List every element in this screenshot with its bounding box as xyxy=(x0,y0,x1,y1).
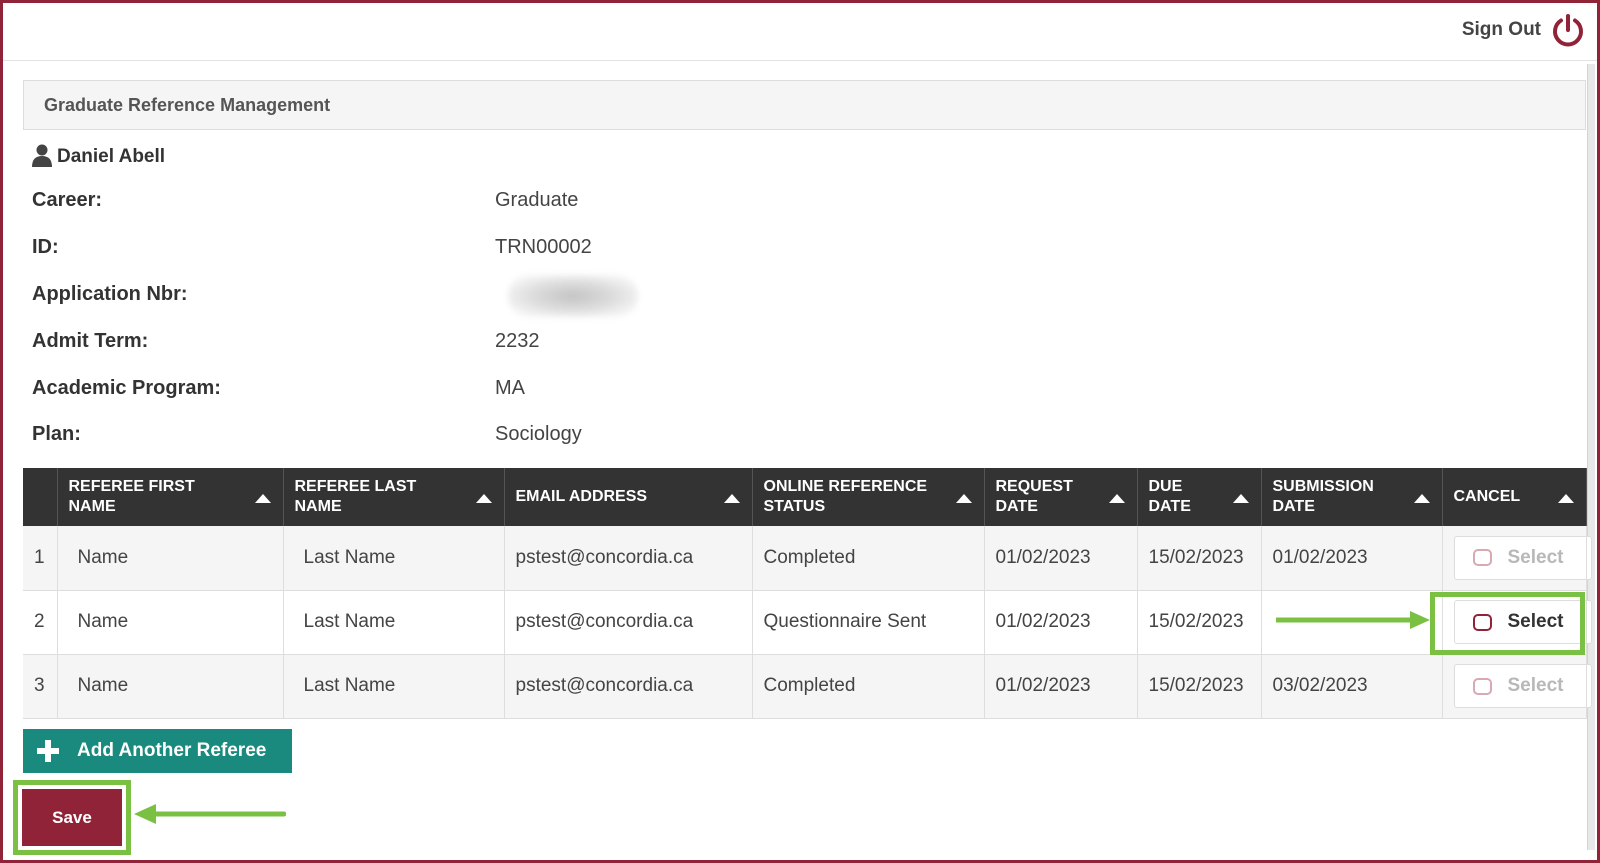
last-name-cell: Last Name xyxy=(283,590,505,655)
cancel-select-button: Select xyxy=(1453,535,1592,580)
column-label: DUE DATE xyxy=(1148,478,1191,515)
select-label: Select xyxy=(1507,611,1564,632)
column-header-due-date[interactable]: DUE DATE xyxy=(1137,468,1262,526)
first-name-cell: Name xyxy=(57,526,284,591)
sort-up-icon[interactable] xyxy=(723,494,740,503)
column-label: REFEREE FIRST NAME xyxy=(68,478,195,515)
email-cell: pstest@concordia.ca xyxy=(504,654,753,719)
column-header-last-name[interactable]: REFEREE LAST NAME xyxy=(283,468,505,526)
redacted-application-number xyxy=(508,275,638,317)
info-row-career: Career: Graduate xyxy=(32,189,732,217)
info-row-id: ID: TRN00002 xyxy=(32,236,732,264)
user-icon xyxy=(32,144,52,168)
column-label: REFEREE LAST NAME xyxy=(294,478,417,515)
save-button[interactable]: Save xyxy=(22,789,122,846)
table-row: 3 Name Last Name pstest@concordia.ca Com… xyxy=(23,654,1592,719)
add-another-referee-button[interactable]: Add Another Referee xyxy=(23,729,292,773)
column-label: REQUEST DATE xyxy=(995,478,1073,515)
career-label: Career: xyxy=(32,189,103,211)
column-header-submission-date[interactable]: SUBMISSION DATE xyxy=(1261,468,1443,526)
table-row: 1 Name Last Name pstest@concordia.ca Com… xyxy=(23,526,1592,591)
row-number: 3 xyxy=(23,654,58,719)
student-name: Daniel Abell xyxy=(57,146,166,167)
academic-program-label: Academic Program: xyxy=(32,377,221,399)
email-cell: pstest@concordia.ca xyxy=(504,526,753,591)
sort-up-icon[interactable] xyxy=(1413,494,1430,503)
info-row-application-nbr: Application Nbr: xyxy=(32,275,732,317)
column-header-cancel[interactable]: CANCEL xyxy=(1442,468,1587,526)
info-row-admit-term: Admit Term: 2232 xyxy=(32,330,732,358)
first-name-cell: Name xyxy=(57,654,284,719)
submission-date-cell: 01/02/2023 xyxy=(1261,526,1443,591)
column-label: CANCEL xyxy=(1453,488,1521,505)
cancel-cell: Select xyxy=(1442,654,1592,719)
submission-date-cell: 03/02/2023 xyxy=(1261,654,1443,719)
admit-term-label: Admit Term: xyxy=(32,330,149,352)
column-header-first-name[interactable]: REFEREE FIRST NAME xyxy=(57,468,284,526)
plus-icon xyxy=(37,740,59,762)
status-cell: Completed xyxy=(752,526,985,591)
panel-header: Graduate Reference Management xyxy=(23,80,1586,130)
academic-program-value: MA xyxy=(495,377,525,399)
sign-out-label: Sign Out xyxy=(1461,19,1541,40)
arrow-right-icon xyxy=(1276,611,1430,629)
status-cell: Completed xyxy=(752,654,985,719)
sort-up-icon[interactable] xyxy=(955,494,972,503)
row-number: 2 xyxy=(23,590,58,655)
sort-up-icon[interactable] xyxy=(1232,494,1249,503)
row-number: 1 xyxy=(23,526,58,591)
request-date-cell: 01/02/2023 xyxy=(984,526,1138,591)
add-referee-label: Add Another Referee xyxy=(77,740,267,761)
vertical-scrollbar[interactable] xyxy=(1587,64,1595,850)
referee-table: REFEREE FIRST NAME REFEREE LAST NAME EMA… xyxy=(23,468,1592,719)
column-header-status[interactable]: ONLINE REFERENCE STATUS xyxy=(752,468,985,526)
table-header-row: REFEREE FIRST NAME REFEREE LAST NAME EMA… xyxy=(23,468,1587,526)
due-date-cell: 15/02/2023 xyxy=(1137,590,1262,655)
column-label: EMAIL ADDRESS xyxy=(515,488,648,505)
last-name-cell: Last Name xyxy=(283,654,505,719)
request-date-cell: 01/02/2023 xyxy=(984,590,1138,655)
checkbox-icon xyxy=(1472,549,1492,567)
power-icon xyxy=(1551,13,1585,47)
id-label: ID: xyxy=(32,236,59,258)
cancel-select-button: Select xyxy=(1453,664,1592,708)
checkbox-icon[interactable] xyxy=(1472,613,1492,631)
status-cell: Questionnaire Sent xyxy=(752,590,985,655)
plan-label: Plan: xyxy=(32,423,81,445)
request-date-cell: 01/02/2023 xyxy=(984,654,1138,719)
sort-up-icon[interactable] xyxy=(1108,494,1125,503)
column-label: SUBMISSION DATE xyxy=(1272,478,1374,515)
cancel-cell: Select xyxy=(1442,590,1592,655)
cancel-select-button[interactable]: Select xyxy=(1453,600,1592,644)
admit-term-value: 2232 xyxy=(495,330,540,352)
column-label: ONLINE REFERENCE STATUS xyxy=(763,478,928,515)
row-number-header xyxy=(23,468,58,526)
select-label: Select xyxy=(1507,675,1564,696)
due-date-cell: 15/02/2023 xyxy=(1137,654,1262,719)
last-name-cell: Last Name xyxy=(283,526,505,591)
top-bar: Sign Out xyxy=(3,3,1597,61)
page-title: Graduate Reference Management xyxy=(44,95,331,115)
sort-up-icon[interactable] xyxy=(1557,494,1574,503)
sort-up-icon[interactable] xyxy=(475,494,492,503)
info-row-plan: Plan: Sociology xyxy=(32,423,732,451)
checkbox-icon xyxy=(1472,677,1492,695)
application-nbr-label: Application Nbr: xyxy=(32,283,188,305)
id-value: TRN00002 xyxy=(495,236,592,258)
info-row-academic-program: Academic Program: MA xyxy=(32,377,732,405)
student-name-line: Daniel Abell xyxy=(32,144,165,168)
column-header-request-date[interactable]: REQUEST DATE xyxy=(984,468,1138,526)
sign-out-button[interactable]: Sign Out xyxy=(1462,13,1585,47)
plan-value: Sociology xyxy=(495,423,582,445)
first-name-cell: Name xyxy=(57,590,284,655)
cancel-cell: Select xyxy=(1442,526,1592,591)
arrow-left-icon xyxy=(134,804,286,824)
sort-up-icon[interactable] xyxy=(254,494,271,503)
email-cell: pstest@concordia.ca xyxy=(504,590,753,655)
select-label: Select xyxy=(1507,546,1564,568)
column-header-email[interactable]: EMAIL ADDRESS xyxy=(504,468,753,526)
save-highlight-box: Save xyxy=(13,780,131,855)
career-value: Graduate xyxy=(495,189,579,211)
due-date-cell: 15/02/2023 xyxy=(1137,526,1262,591)
